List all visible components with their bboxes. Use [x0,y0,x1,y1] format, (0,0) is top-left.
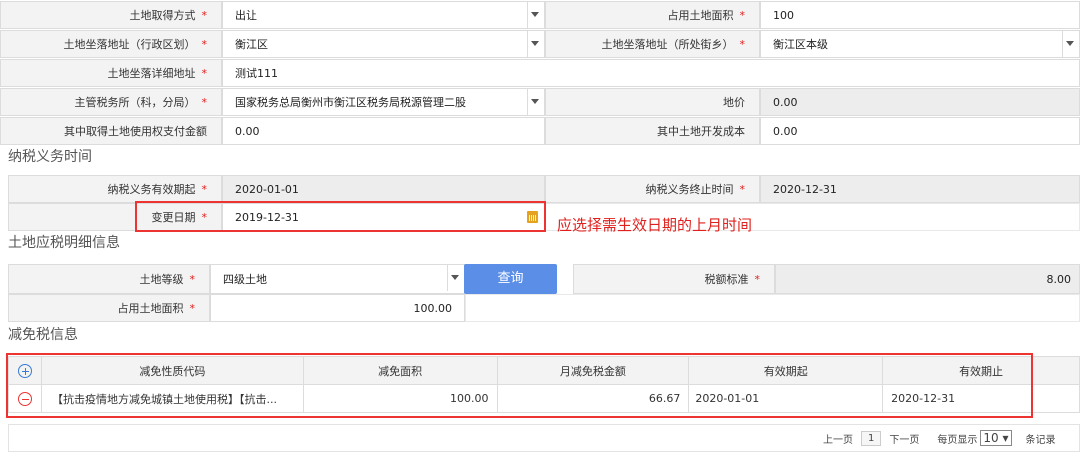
tax-start-value: 2020-01-01 [222,175,545,203]
detail-area-input[interactable]: 100.00 [210,294,465,322]
chevron-down-icon [451,275,459,280]
change-date-annotation: 应选择需生效日期的上月时间 [557,216,753,234]
records-suffix: 条记录 [1025,434,1056,446]
land-tax-section-title: 土地应税明细信息 [8,235,120,251]
street-select[interactable]: 衡江区本级 [760,30,1080,58]
exemption-highlight [6,353,1033,418]
pager: 上一页 1 下一页 每页显示 10 ▾ 条记录 [823,429,1056,447]
land-grade-label: 土地等级 * [8,264,210,294]
acquire-method-label: 土地取得方式 * [0,1,222,29]
land-price-value: 0.00 [760,88,1080,116]
query-button[interactable]: 查询 [464,264,557,294]
land-grade-select[interactable]: 四级土地 [210,264,465,294]
exemption-section-title: 减免税信息 [8,327,78,343]
next-page-link[interactable]: 下一页 [889,431,919,446]
chevron-down-icon [531,12,539,17]
district-label: 土地坐落地址（行政区划） * [0,30,222,58]
per-page-label: 每页显示 [937,434,978,446]
tax-standard-label: 税额标准 * [573,264,775,294]
detail-area-filler [465,294,1080,322]
prev-page-link[interactable]: 上一页 [823,431,853,446]
detail-address-input[interactable]: 测试111 [222,59,1080,87]
land-area-label: 占用土地面积 * [545,1,760,29]
change-date-highlight [135,201,546,232]
tax-office-select[interactable]: 国家税务总局衡州市衡江区税务局税源管理二股 [222,88,545,116]
land-dev-cost-value[interactable]: 0.00 [760,117,1080,145]
street-label: 土地坐落地址（所处街乡） * [545,30,760,58]
per-page-select[interactable]: 10 ▾ [980,430,1012,446]
tax-end-value: 2020-12-31 [760,175,1080,203]
chevron-down-icon [531,41,539,46]
land-use-right-fee-label: 其中取得土地使用权支付金额 [0,117,222,145]
detail-address-label: 土地坐落详细地址 * [0,59,222,87]
land-use-right-fee-value[interactable]: 0.00 [222,117,545,145]
page-number[interactable]: 1 [861,430,882,446]
tax-standard-value: 8.00 [775,264,1080,294]
land-dev-cost-label: 其中土地开发成本 [545,117,760,145]
chevron-down-icon [1066,41,1074,46]
acquire-method-select[interactable]: 出让 [222,1,545,29]
tax-office-label: 主管税务所（科，分局） * [0,88,222,116]
tax-end-label: 纳税义务终止时间 * [545,175,760,203]
land-area-input[interactable]: 100 [760,1,1080,29]
land-price-label: 地价 [545,88,760,116]
tax-period-section-title: 纳税义务时间 [8,149,92,165]
chevron-down-icon [531,99,539,104]
district-select[interactable]: 衡江区 [222,30,545,58]
tax-start-label: 纳税义务有效期起 * [8,175,222,203]
detail-area-label: 占用土地面积 * [8,294,210,322]
